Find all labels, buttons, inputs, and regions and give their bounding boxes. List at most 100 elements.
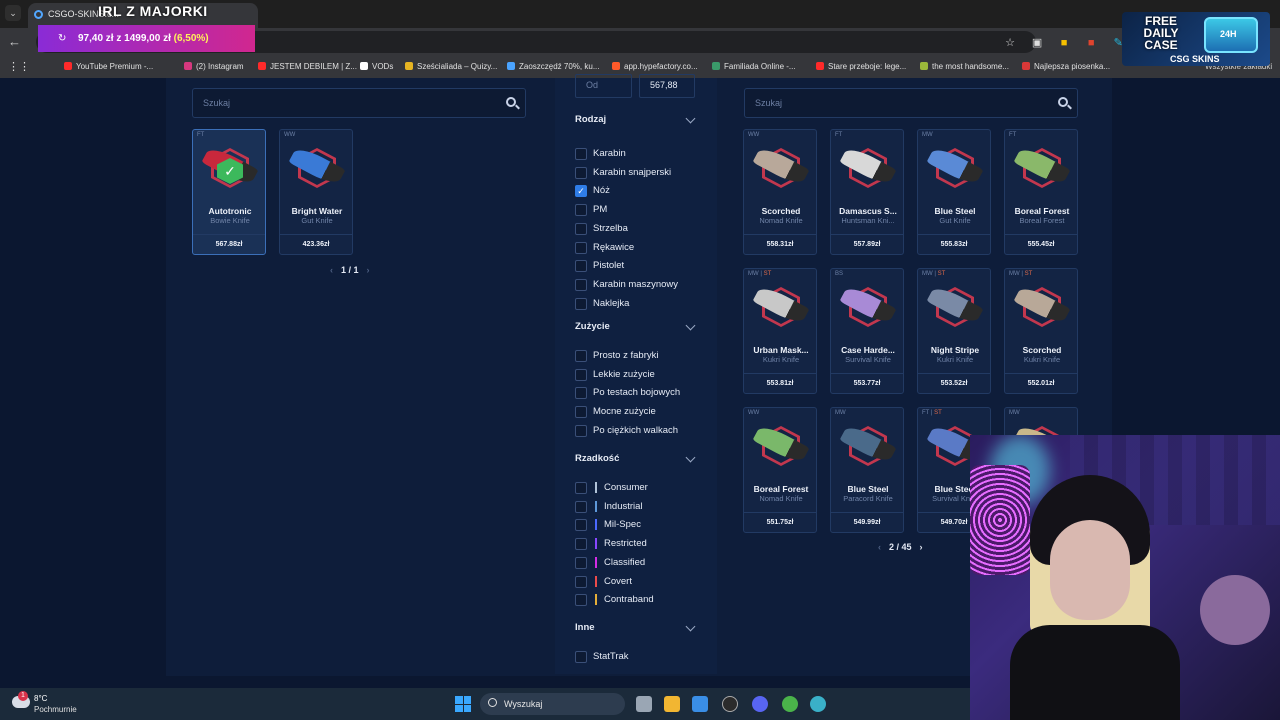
filter-group-rodzaj[interactable]: Rodzaj xyxy=(575,114,606,125)
extension-icon[interactable]: ■ xyxy=(1079,37,1103,49)
bookmark-item[interactable]: Najlepsza piosenka... xyxy=(1022,62,1110,71)
skin-card[interactable]: BS Case Harde... Survival Knife 553.77zł xyxy=(830,268,904,394)
weather-temp[interactable]: 8°C xyxy=(34,694,47,703)
right-search-box[interactable]: Szukaj xyxy=(744,88,1078,118)
checkbox[interactable] xyxy=(575,482,587,494)
checkbox[interactable] xyxy=(575,297,587,310)
checkbox[interactable] xyxy=(575,260,587,273)
skin-card[interactable]: MW Blue Steel Gut Knife 555.83zł xyxy=(917,129,991,255)
bookmark-favicon-icon xyxy=(920,62,928,70)
skin-card[interactable]: MW | ST Night Stripe Kukri Knife 553.52zł xyxy=(917,268,991,394)
checkbox[interactable] xyxy=(575,575,587,588)
next-page-arrow-icon[interactable]: › xyxy=(920,542,923,552)
checkbox[interactable] xyxy=(575,222,587,235)
stattrak-badge: ST xyxy=(937,271,946,277)
checkbox[interactable] xyxy=(575,556,587,569)
search-icon[interactable] xyxy=(506,97,516,107)
bookmark-item[interactable]: app.hypefactory.co... xyxy=(612,62,698,71)
skin-card[interactable]: MW | ST Urban Mask... Kukri Knife 553.81zł xyxy=(743,268,817,394)
filter-group-rzadkosc[interactable]: Rzadkość xyxy=(575,453,619,464)
skin-card[interactable]: WW Bright Water Gut Knife 423.36zł xyxy=(279,129,353,255)
browser-app-icon[interactable] xyxy=(810,696,826,712)
bookmark-item[interactable]: Familiada Online -... xyxy=(712,62,796,71)
apps-grid-icon[interactable]: ⋮⋮ xyxy=(8,60,30,73)
knife-type: Bowie Knife xyxy=(210,216,250,225)
skin-name: Boreal Forest xyxy=(1014,206,1070,216)
checkbox[interactable] xyxy=(575,651,587,663)
next-page-arrow-icon[interactable]: › xyxy=(367,265,370,275)
checkbox[interactable] xyxy=(575,538,587,551)
checkbox[interactable] xyxy=(575,278,587,291)
skin-price: 551.75zł xyxy=(744,512,816,532)
skin-card[interactable]: FT Damascus S... Huntsman Kni... 557.89zł xyxy=(830,129,904,255)
extension-icon[interactable]: ▣ xyxy=(1025,36,1049,49)
wear-badge: MW | ST xyxy=(748,271,771,277)
bookmark-item[interactable]: Sześcialiada – Quizy... xyxy=(405,62,497,71)
filter-group-zuzycie[interactable]: Zużycie xyxy=(575,321,610,332)
taskbar-search[interactable]: Wyszukaj xyxy=(480,693,625,715)
filter-option-label: Mil-Spec xyxy=(604,519,641,531)
knife-type: Nomad Knife xyxy=(759,216,803,225)
prev-page-arrow-icon[interactable]: ‹ xyxy=(878,542,881,552)
bookmark-item[interactable]: VODs xyxy=(360,62,393,71)
search-icon[interactable] xyxy=(1058,97,1068,107)
skin-card[interactable]: FT ✓ Autotronic Bowie Knife 567.88zł xyxy=(192,129,266,255)
skin-price: 553.77zł xyxy=(831,373,903,393)
chrome-icon[interactable] xyxy=(782,696,798,712)
tab-search-icon[interactable]: ⌄ xyxy=(5,5,21,21)
bookmark-item[interactable]: (2) Instagram xyxy=(184,62,244,71)
task-view-icon[interactable] xyxy=(636,696,652,712)
store-icon[interactable] xyxy=(692,696,708,712)
rarity-color-bar xyxy=(595,482,597,493)
file-explorer-icon[interactable] xyxy=(664,696,680,712)
skin-card[interactable]: WW Boreal Forest Nomad Knife 551.75zł xyxy=(743,407,817,533)
skin-name: Bright Water xyxy=(291,206,343,216)
skin-card[interactable]: FT Boreal Forest Boreal Forest 555.45zł xyxy=(1004,129,1078,255)
bookmark-item[interactable]: JESTEM DEBILEM | Z... xyxy=(258,62,357,71)
extension-icon[interactable]: ■ xyxy=(1052,37,1076,49)
left-search-box[interactable]: Szukaj xyxy=(192,88,526,118)
skin-name: Autotronic xyxy=(208,206,252,216)
checkbox[interactable] xyxy=(575,406,587,419)
weather-desc[interactable]: Pochmurnie xyxy=(34,705,77,714)
skin-price: 557.89zł xyxy=(831,234,903,254)
filter-option-label: Naklejka xyxy=(593,297,630,309)
bookmark-item[interactable]: Stare przeboje: lege... xyxy=(816,62,906,71)
windows-start-icon[interactable] xyxy=(455,696,471,712)
checkbox[interactable] xyxy=(575,204,587,217)
filter-option-label: Restricted xyxy=(604,538,647,550)
bookmark-star-icon[interactable]: ☆ xyxy=(998,36,1022,49)
checkbox[interactable] xyxy=(575,350,587,362)
wear-text: WW xyxy=(284,132,296,138)
checkbox[interactable] xyxy=(575,424,587,437)
app-icon[interactable] xyxy=(722,696,738,712)
wear-badge: MW xyxy=(835,410,846,416)
skin-card[interactable]: WW Scorched Nomad Knife 558.31zł xyxy=(743,129,817,255)
back-arrow-icon[interactable]: ← xyxy=(8,34,21,49)
checkbox[interactable] xyxy=(575,594,587,607)
checkbox[interactable] xyxy=(575,148,587,160)
skin-card[interactable]: MW Blue Steel Paracord Knife 549.99zł xyxy=(830,407,904,533)
rarity-color-bar xyxy=(595,500,597,512)
rarity-color-bar xyxy=(595,519,597,531)
skin-name: Night Stripe xyxy=(930,345,980,355)
price-from-input[interactable]: Od xyxy=(575,74,632,98)
bookmark-item[interactable]: the most handsome... xyxy=(920,62,1009,71)
discord-icon[interactable] xyxy=(752,696,768,712)
stattrak-badge: ST xyxy=(934,410,942,416)
price-to-input[interactable]: 567,88 xyxy=(639,74,695,98)
checkbox[interactable] xyxy=(575,166,587,179)
checkbox[interactable] xyxy=(575,500,587,513)
checkbox[interactable] xyxy=(575,387,587,400)
prev-page-arrow-icon[interactable]: ‹ xyxy=(330,265,333,275)
bookmark-item[interactable]: Zaoszczędź 70%, ku... xyxy=(507,62,599,71)
bookmark-favicon-icon xyxy=(184,62,192,70)
checkbox[interactable]: ✓ xyxy=(575,185,587,198)
filter-group-inne[interactable]: Inne xyxy=(575,622,595,633)
checkbox[interactable] xyxy=(575,519,587,532)
knife-type: Gut Knife xyxy=(301,216,333,225)
bookmark-item[interactable]: YouTube Premium -... xyxy=(64,62,153,71)
checkbox[interactable] xyxy=(575,241,587,254)
checkbox[interactable] xyxy=(575,368,587,381)
skin-card[interactable]: MW | ST Scorched Kukri Knife 552.01zł xyxy=(1004,268,1078,394)
